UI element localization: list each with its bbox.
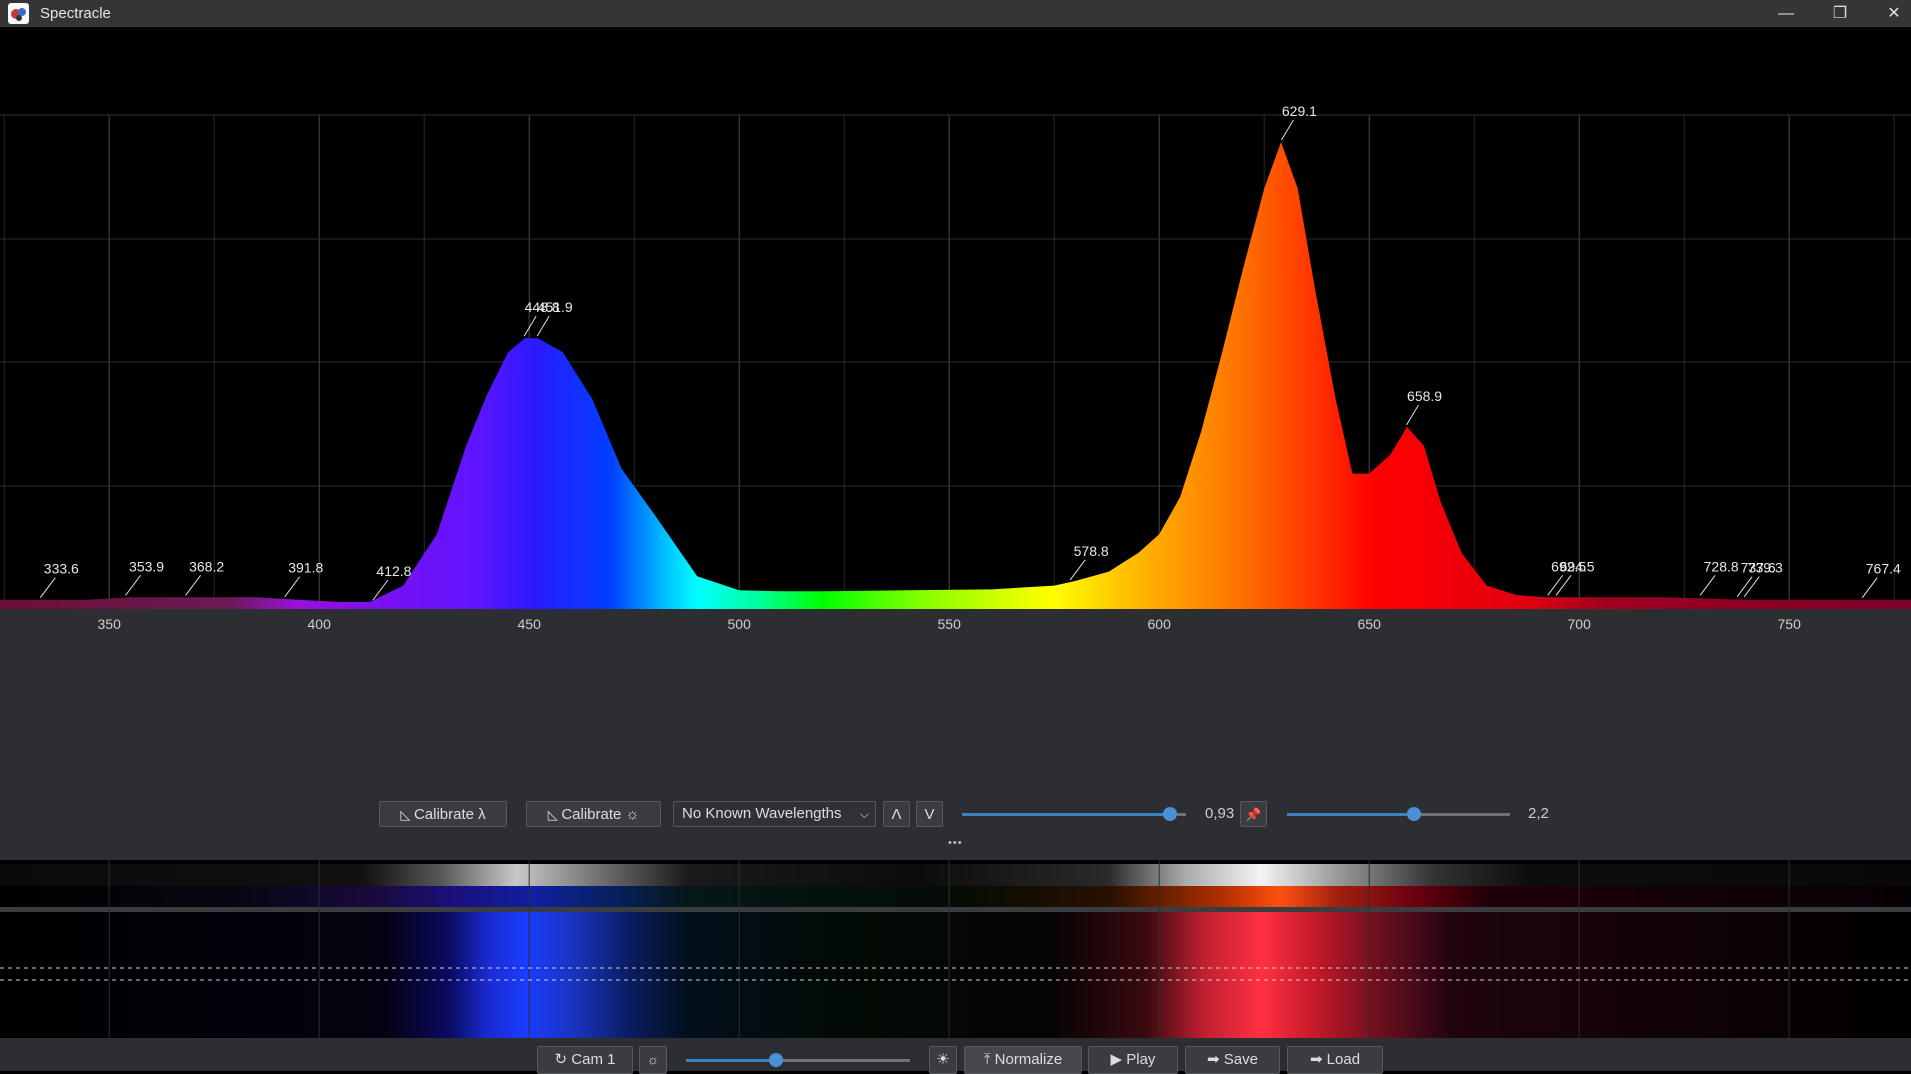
intensity-band	[0, 864, 1911, 886]
peak-label: 767.4	[1866, 561, 1901, 577]
exposure-slider-fill	[686, 1059, 776, 1062]
exposure-slider[interactable]	[686, 1053, 910, 1067]
peak-label: 333.6	[44, 561, 79, 577]
calibrate-wavelength-button[interactable]: ◺ Calibrate λ	[379, 801, 507, 827]
app-icon	[8, 3, 29, 24]
x-tick-label: 550	[938, 616, 962, 632]
pin-icon: 📌	[1245, 807, 1262, 822]
previous-wavelength-button[interactable]: Λ	[883, 801, 910, 827]
exposure-high-button[interactable]: ☀	[929, 1046, 957, 1074]
band-separator	[0, 907, 1911, 912]
peak-label: 353.9	[129, 558, 164, 574]
spectrum-chart-svg: 350 400 450 500 550 600 650 700 750 333.6 353.9 36…	[0, 103, 1911, 775]
brightness-high-icon: ☀	[936, 1051, 950, 1068]
x-tick-label: 350	[98, 616, 122, 632]
pin-button[interactable]: 📌	[1240, 801, 1267, 827]
peak-marker-line	[523, 315, 537, 337]
peak-marker-line	[185, 575, 202, 596]
camera-spectrum-graphic	[0, 860, 1911, 1038]
camera-spectrum-view	[0, 860, 1911, 1038]
known-wavelengths-select[interactable]: No Known Wavelengths ⌵	[673, 801, 876, 827]
peak-marker-line	[284, 576, 301, 598]
more-options-handle[interactable]: •••	[948, 837, 963, 849]
exposure-low-button[interactable]: ☼	[639, 1046, 667, 1074]
spectrum-area	[0, 142, 1911, 609]
peak-width-slider-handle[interactable]	[1407, 807, 1422, 821]
x-tick-label: 750	[1778, 616, 1802, 632]
peak-marker-line	[1861, 577, 1878, 598]
app-logo-graphic	[11, 8, 26, 21]
peak-label: 368.2	[189, 558, 224, 574]
peak-label: 412.8	[376, 563, 411, 579]
ruler-icon: ◺	[400, 807, 414, 822]
ruler-icon: ◺	[547, 807, 562, 822]
x-tick-label: 700	[1568, 616, 1592, 632]
controls-panel: ◺ Calibrate λ ◺ Calibrate ☼ No Known Wav…	[0, 775, 1911, 860]
peak-marker-line	[1743, 576, 1760, 598]
peak-marker-line	[1555, 575, 1572, 596]
threshold-slider-fill	[962, 813, 1171, 816]
save-button[interactable]: ➡ Save	[1185, 1046, 1280, 1074]
peak-label: 629.1	[1282, 103, 1317, 119]
threshold-slider-handle[interactable]	[1163, 807, 1178, 821]
peak-width-value: 2,2	[1528, 805, 1549, 822]
peak-width-slider-fill	[1287, 813, 1415, 816]
window-title: Spectracle	[40, 5, 111, 22]
calibrate-wavelength-label: Calibrate λ	[413, 806, 486, 823]
brightness-low-icon: ☼	[647, 1052, 659, 1067]
normalize-button[interactable]: ⤒ Normalize	[964, 1046, 1082, 1074]
calibrate-intensity-label: Calibrate ☼	[561, 806, 640, 823]
peak-marker-line	[1280, 119, 1294, 141]
peak-label: 658.9	[1407, 388, 1442, 404]
peak-marker-line	[1547, 575, 1564, 596]
minimize-button[interactable]: —	[1758, 0, 1814, 27]
x-tick-label: 650	[1358, 616, 1382, 632]
x-tick-label: 600	[1148, 616, 1172, 632]
peak-marker-line	[1406, 404, 1420, 426]
peak-label: 578.8	[1074, 543, 1109, 559]
bottom-toolbar: ↻ Cam 1 ☼ ☀ ⤒ Normalize ▶ Play ➡ Save ➡ …	[0, 1038, 1911, 1074]
peak-label: 728.8	[1704, 558, 1739, 574]
load-button[interactable]: ➡ Load	[1287, 1046, 1383, 1074]
peak-width-slider[interactable]	[1287, 807, 1510, 821]
known-wavelengths-value: No Known Wavelengths	[682, 805, 842, 822]
peak-label: 391.8	[288, 560, 323, 576]
peak-marker-line	[1069, 559, 1086, 581]
x-tick-label: 400	[308, 616, 332, 632]
peak-marker-line	[1699, 575, 1716, 596]
camera-image	[0, 912, 1911, 1038]
peak-label: 694.5	[1560, 558, 1595, 574]
play-button[interactable]: ▶ Play	[1088, 1046, 1178, 1074]
close-button[interactable]: ✕	[1866, 0, 1911, 27]
color-band	[0, 886, 1911, 907]
calibrate-intensity-button[interactable]: ◺ Calibrate ☼	[526, 801, 661, 827]
peak-marker-line	[125, 575, 141, 596]
camera-button[interactable]: ↻ Cam 1	[537, 1046, 633, 1074]
chevron-down-icon: ⌵	[859, 807, 869, 821]
x-tick-label: 500	[728, 616, 752, 632]
next-wavelength-button[interactable]: V	[916, 801, 943, 827]
peak-marker-line	[1736, 576, 1753, 598]
peak-label: 451.9	[538, 299, 573, 315]
threshold-slider[interactable]	[962, 807, 1186, 821]
peak-marker-line	[39, 577, 56, 598]
peak-label: 739.3	[1748, 560, 1783, 576]
spectrum-chart[interactable]: 350 400 450 500 550 600 650 700 750 333.6 353.9 36…	[0, 27, 1911, 775]
peak-marker-line	[536, 315, 550, 337]
exposure-slider-handle[interactable]	[768, 1053, 783, 1067]
restore-button[interactable]: ❐	[1812, 0, 1868, 27]
title-bar: Spectracle — ❐ ✕	[0, 0, 1911, 27]
x-axis-band	[0, 609, 1911, 775]
x-tick-label: 450	[518, 616, 542, 632]
threshold-value: 0,93	[1205, 805, 1235, 822]
